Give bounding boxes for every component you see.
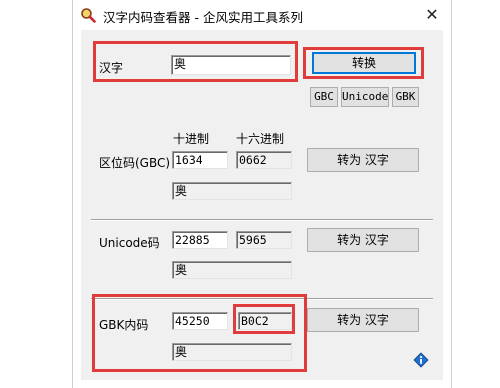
gbk-hex-input[interactable]: B0C2 (238, 312, 292, 330)
gb-result: 奥 (172, 182, 292, 200)
main-panel: 汉字 奥 转换 GBC Unicode GBK 十进制 十六进制 区位码(GBC… (81, 30, 443, 380)
gbk-decimal-input[interactable]: 45250 (172, 312, 228, 330)
hanzi-label: 汉字 (99, 61, 124, 75)
separator (91, 219, 433, 221)
convert-button[interactable]: 转换 (312, 52, 416, 74)
unicode-decimal-input[interactable]: 22885 (172, 231, 228, 249)
gb-hex-input[interactable]: 0662 (236, 151, 292, 169)
unicode-hex-input[interactable]: 5965 (236, 231, 292, 249)
unicode-button[interactable]: Unicode (341, 87, 389, 107)
gbk-result: 奥 (172, 343, 292, 361)
gbk-button[interactable]: GBK (392, 87, 419, 107)
info-icon[interactable] (413, 352, 429, 368)
separator (91, 298, 433, 300)
gbc-button[interactable]: GBC (310, 87, 338, 107)
gbk-to-hanzi-button[interactable]: 转为 汉字 (307, 308, 419, 332)
title-bar[interactable]: 汉字内码查看器 - 企风实用工具系列 ✕ (73, 0, 451, 30)
hanzi-input[interactable]: 奥 (171, 55, 291, 75)
hex-header: 十六进制 (236, 132, 285, 146)
gb-label: 区位码(GBC) (99, 156, 171, 170)
decimal-header: 十进制 (173, 132, 210, 146)
magnifier-icon (81, 8, 96, 23)
window-title: 汉字内码查看器 - 企风实用工具系列 (103, 10, 303, 25)
app-window: 汉字内码查看器 - 企风实用工具系列 ✕ 汉字 奥 转换 GBC Unicode… (72, 0, 452, 388)
unicode-to-hanzi-button[interactable]: 转为 汉字 (307, 228, 419, 252)
gb-decimal-input[interactable]: 1634 (172, 151, 228, 169)
unicode-result: 奥 (172, 261, 292, 279)
close-icon[interactable]: ✕ (421, 4, 443, 26)
unicode-label: Unicode码 (99, 236, 160, 250)
gbk-label: GBK内码 (99, 318, 149, 332)
gb-to-hanzi-button[interactable]: 转为 汉字 (307, 148, 419, 172)
